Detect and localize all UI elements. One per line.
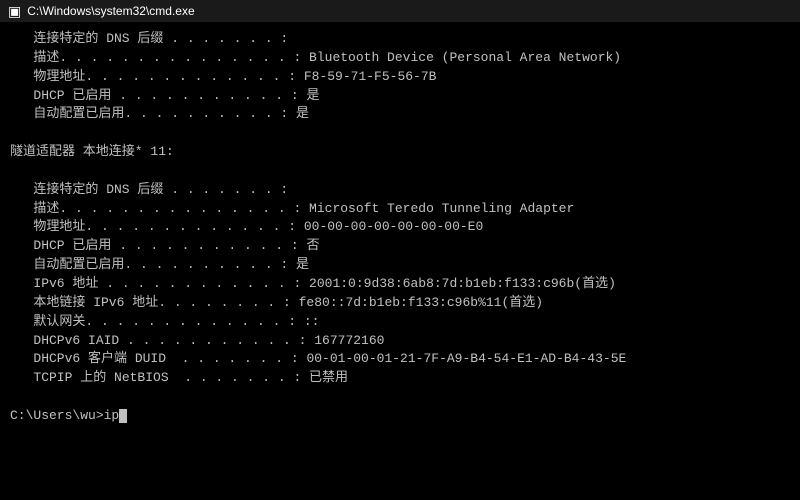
terminal-output[interactable]: 连接特定的 DNS 后缀 . . . . . . . : 描述. . . . .… [0, 22, 800, 500]
cursor [119, 409, 127, 423]
title-bar-text: C:\Windows\system32\cmd.exe [27, 4, 194, 18]
cmd-icon: ▣ [8, 3, 21, 20]
cmd-window: ▣ C:\Windows\system32\cmd.exe 连接特定的 DNS … [0, 0, 800, 500]
title-bar: ▣ C:\Windows\system32\cmd.exe [0, 0, 800, 22]
